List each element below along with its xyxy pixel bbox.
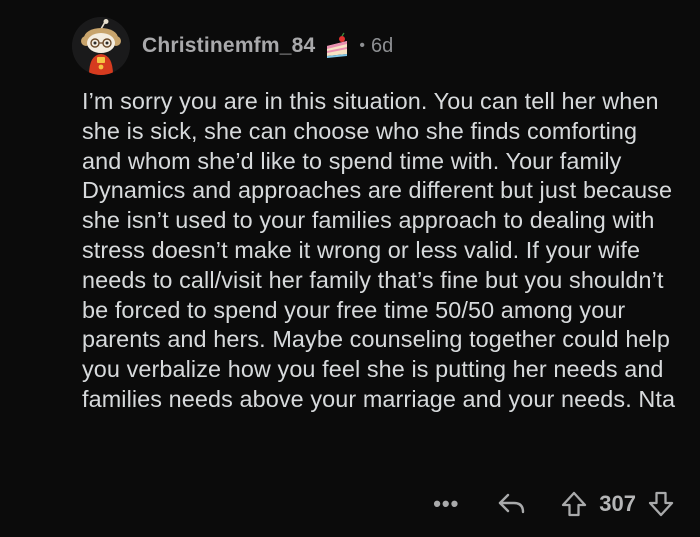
comment-age: 6d [371, 34, 394, 57]
more-options-button[interactable]: ••• [431, 491, 461, 517]
comment-card: Christinemfm_84 • 6d I’m sorry you are i… [0, 0, 700, 537]
cake-icon [323, 32, 351, 60]
comment-actions: ••• 307 [431, 484, 676, 524]
upvote-button[interactable] [559, 490, 589, 518]
comment-author[interactable]: Christinemfm_84 [142, 34, 315, 58]
meta-separator: • [359, 37, 365, 54]
reply-button[interactable] [495, 491, 529, 517]
downvote-button[interactable] [646, 490, 676, 518]
user-avatar[interactable] [72, 17, 130, 75]
snoo-avatar-icon [72, 17, 130, 75]
comment-header: Christinemfm_84 • 6d [72, 14, 393, 78]
upvote-arrow-icon [562, 491, 587, 517]
vote-score: 307 [599, 491, 636, 516]
comment-body: I’m sorry you are in this situation. You… [82, 88, 676, 412]
downvote-arrow-icon [648, 491, 674, 517]
reply-icon [499, 493, 525, 514]
